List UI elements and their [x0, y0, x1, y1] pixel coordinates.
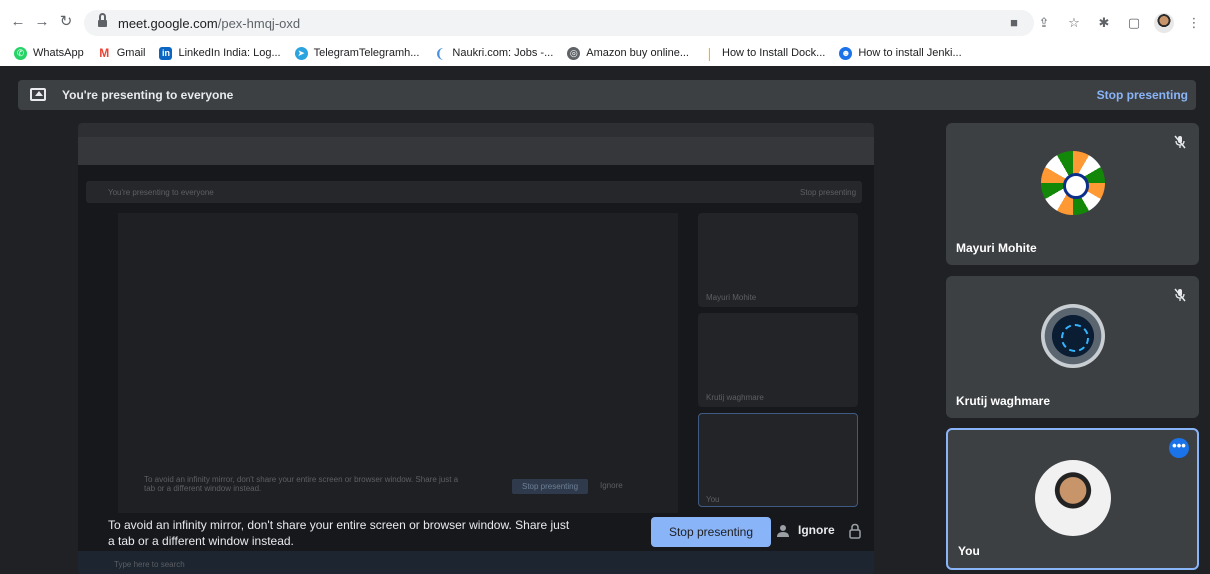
profile-avatar[interactable] [1154, 13, 1174, 33]
mirror-stop-link: Stop presenting [800, 188, 857, 197]
forward-icon[interactable]: → [32, 12, 52, 32]
presenting-banner: You're presenting to everyone Stop prese… [18, 80, 1196, 110]
browser-toolbar: ← → ↻ meet.google.com/pex-hmqj-oxd ■ ⇪ ☆… [0, 8, 1210, 38]
toolbar-actions: ■ ⇪ ☆ ✱ ▢ ⋮ [1004, 12, 1204, 34]
bookmarks-bar: ✆ WhatsApp M Gmail in LinkedIn India: Lo… [0, 42, 1210, 64]
bookmark-docker[interactable]: ❘ How to Install Dock... [703, 45, 825, 61]
shared-screen-preview: You're presenting to everyone Stop prese… [78, 123, 874, 574]
mic-off-icon[interactable] [1173, 135, 1187, 149]
mirror-inner-screen [118, 213, 678, 513]
share-icon[interactable]: ⇪ [1034, 13, 1054, 33]
url-text[interactable]: meet.google.com/pex-hmqj-oxd [118, 16, 300, 31]
back-icon[interactable]: ← [8, 12, 28, 32]
flag-avatar [1040, 151, 1105, 215]
participant-name: Mayuri Mohite [956, 241, 1037, 255]
mirror-toolbar [78, 137, 874, 165]
bookmark-amazon[interactable]: ◎ Amazon buy online... [567, 46, 689, 60]
fingerprint-avatar [1040, 304, 1105, 368]
reload-icon[interactable]: ↻ [56, 12, 76, 32]
mirror-tile-name: Krutij waghmare [706, 393, 764, 402]
globe-icon: ◎ [567, 46, 581, 60]
mirror-search-placeholder: Type here to search [114, 560, 185, 569]
lock-icon [849, 523, 861, 539]
bookmark-whatsapp[interactable]: ✆ WhatsApp [14, 46, 84, 60]
ignore-button[interactable]: Ignore [798, 523, 835, 537]
stop-presenting-button[interactable]: Stop presenting [651, 517, 771, 547]
mirror-stop-button: Stop presenting [512, 479, 589, 494]
bookmark-linkedin[interactable]: in LinkedIn India: Log... [159, 46, 281, 60]
mic-off-icon[interactable] [1173, 288, 1187, 302]
participant-name: You [958, 544, 980, 558]
mirror-banner-text: You're presenting to everyone [108, 188, 214, 197]
lock-icon[interactable] [98, 13, 107, 28]
mirror-tile-name: Mayuri Mohite [706, 293, 757, 302]
bookmark-telegram[interactable]: ➤ TelegramTelegramh... [294, 46, 419, 60]
present-screen-icon [30, 88, 46, 101]
mirror-tile [698, 413, 858, 507]
bookmark-icon: ❘ [703, 45, 716, 61]
stop-presenting-link[interactable]: Stop presenting [1097, 88, 1188, 102]
more-options-icon[interactable]: ••• [1169, 438, 1189, 458]
mirror-taskbar [78, 551, 874, 574]
side-panel-icon[interactable]: ▢ [1124, 13, 1144, 33]
bookmark-naukri[interactable]: ❨ Naukri.com: Jobs -... [433, 45, 553, 61]
address-bar[interactable]: meet.google.com/pex-hmqj-oxd [84, 10, 1034, 36]
browser-chrome: ← → ↻ meet.google.com/pex-hmqj-oxd ■ ⇪ ☆… [0, 0, 1210, 66]
telegram-icon: ➤ [294, 46, 308, 60]
gmail-icon: M [97, 45, 111, 60]
extensions-icon[interactable]: ✱ [1094, 13, 1114, 33]
bookmark-gmail[interactable]: M Gmail [97, 45, 145, 60]
whatsapp-icon: ✆ [14, 46, 27, 60]
mirror-ignore-button: Ignore [600, 481, 623, 490]
bookmark-jenkins[interactable]: ☻ How to install Jenki... [839, 46, 962, 60]
linkedin-icon: in [159, 46, 173, 60]
star-icon[interactable]: ☆ [1064, 13, 1084, 33]
infinity-mirror-warning: To avoid an infinity mirror, don't share… [108, 518, 570, 548]
naukri-icon: ❨ [433, 45, 447, 61]
jenkins-icon: ☻ [839, 46, 853, 60]
menu-dots-icon[interactable]: ⋮ [1184, 13, 1204, 33]
user-avatar [1034, 460, 1111, 536]
mirror-tab-strip [78, 123, 874, 137]
participant-tile[interactable]: Krutij waghmare [946, 276, 1199, 418]
participant-name: Krutij waghmare [956, 394, 1051, 408]
presenting-label: You're presenting to everyone [62, 88, 234, 102]
participant-tile[interactable]: Mayuri Mohite [946, 123, 1199, 265]
person-icon [777, 525, 789, 537]
mirror-tile-name: You [706, 495, 720, 504]
mirror-warning-text: To avoid an infinity mirror, don't share… [144, 475, 459, 493]
meet-stage: You're presenting to everyone Stop prese… [0, 66, 1210, 574]
participant-tile-self[interactable]: ••• You [946, 428, 1199, 570]
camera-icon[interactable]: ■ [1004, 13, 1024, 33]
